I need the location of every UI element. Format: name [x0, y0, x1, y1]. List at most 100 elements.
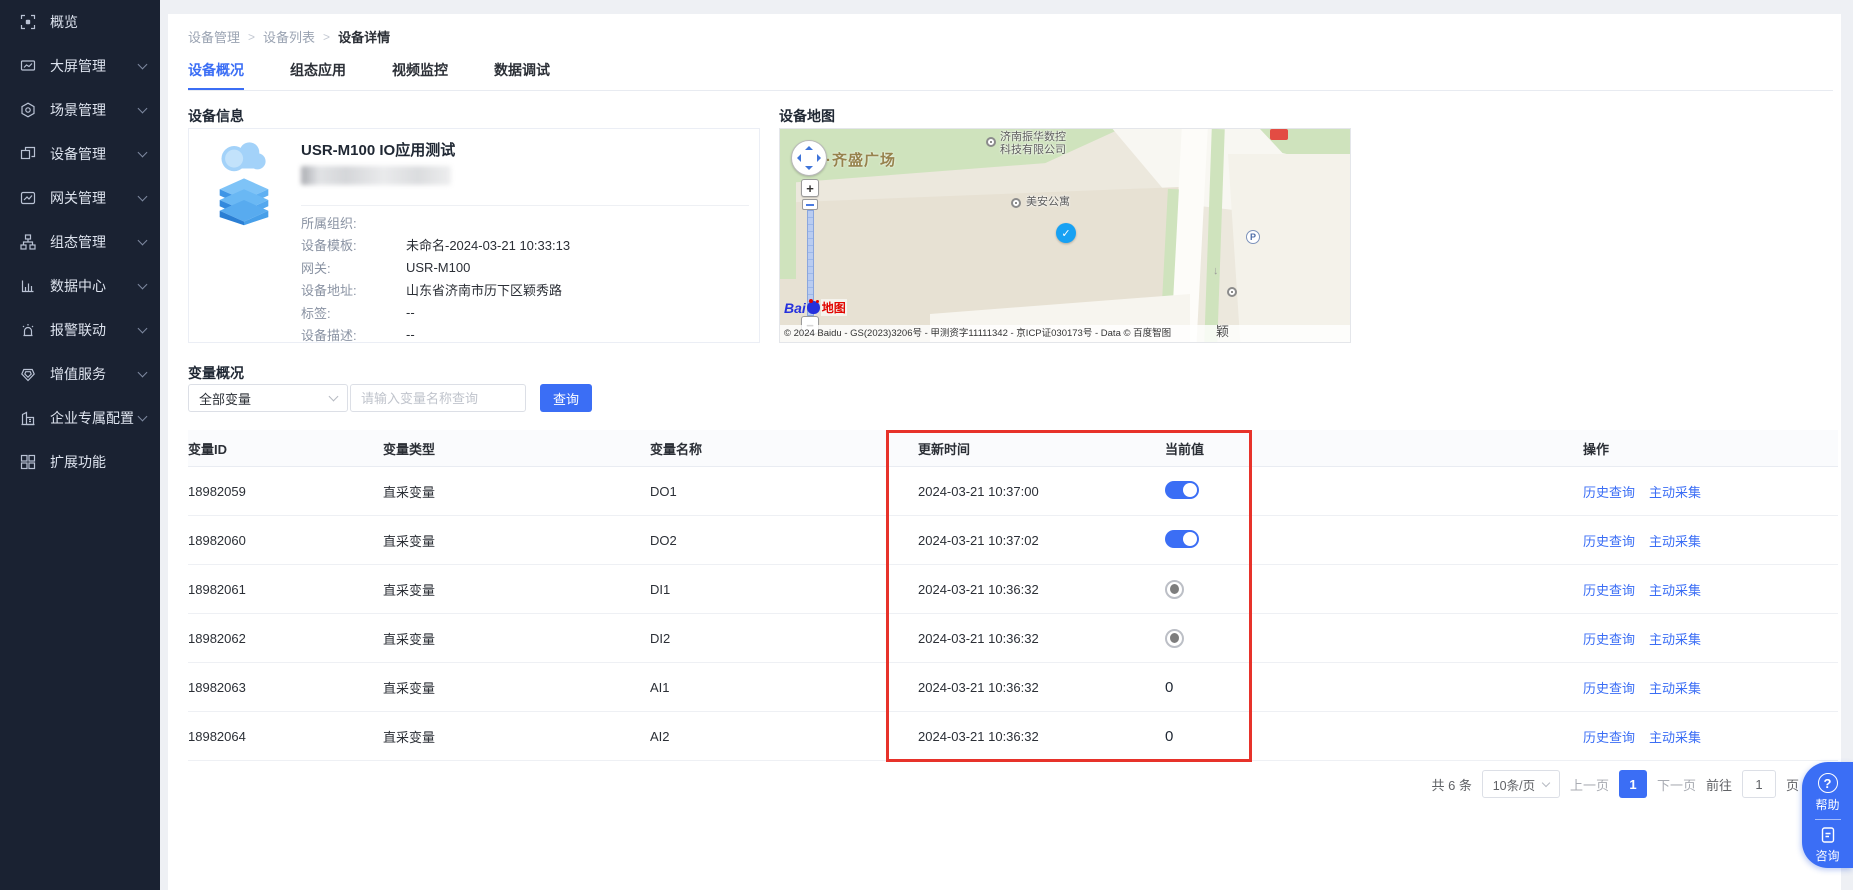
sidebar-item-vas[interactable]: 增值服务	[0, 352, 160, 396]
tab-video-monitor[interactable]: 视频监控	[392, 59, 448, 90]
building-icon	[20, 410, 37, 427]
var-id: 18982061	[188, 582, 383, 597]
var-type: 直采变量	[383, 629, 650, 648]
col-actions: 操作	[1583, 439, 1838, 458]
value-number: 0	[1165, 728, 1173, 745]
road-arrow-icon: ↓	[1213, 265, 1219, 277]
screen-icon	[20, 58, 37, 75]
sidebar-item-label: 增值服务	[50, 364, 106, 384]
field-gateway: 网关:USR-M100	[301, 256, 570, 279]
sidebar-item-alarm[interactable]: 报警联动	[0, 308, 160, 352]
sidebar-item-label: 数据中心	[50, 276, 106, 296]
sidebar: 概览 大屏管理 场景管理 设备管理 网关管理 组态管理	[0, 0, 160, 890]
pagination: 共 6 条 10条/页 上一页 1 下一页 前往 页	[1431, 770, 1799, 798]
map-label-company: 济南振华数控 科技有限公司	[1000, 131, 1066, 157]
var-type: 直采变量	[383, 678, 650, 697]
history-query-link[interactable]: 历史查询	[1583, 482, 1635, 501]
help-icon[interactable]: ?	[1818, 773, 1838, 793]
breadcrumb-device-list[interactable]: 设备列表	[263, 27, 315, 46]
col-var-name: 变量名称	[650, 439, 918, 458]
variable-type-select[interactable]: 全部变量	[188, 384, 348, 412]
help-button[interactable]: 帮助	[1815, 796, 1839, 813]
chevron-down-icon	[138, 60, 148, 70]
tab-config-app[interactable]: 组态应用	[290, 59, 346, 90]
sidebar-item-screen[interactable]: 大屏管理	[0, 44, 160, 88]
device-map[interactable]: 济南振华数控 科技有限公司 庆·齐盛广场 美安公寓 ✓ P ↓ 颖 + − Ba…	[779, 128, 1351, 343]
chevron-down-icon	[138, 412, 148, 422]
main-content: 设备管理 > 设备列表 > 设备详情 设备概况 组态应用 视频监控 数据调试 设…	[168, 14, 1841, 890]
grid-icon	[20, 454, 37, 471]
map-poi-red	[1270, 129, 1288, 140]
history-query-link[interactable]: 历史查询	[1583, 629, 1635, 648]
sidebar-item-overview[interactable]: 概览	[0, 0, 160, 44]
chevron-down-icon	[1542, 778, 1550, 786]
field-tag: 标签:--	[301, 301, 570, 324]
consult-button[interactable]: 咨询	[1815, 847, 1839, 864]
value-number: 0	[1165, 679, 1173, 696]
chevron-down-icon	[138, 280, 148, 290]
floating-help-panel: ? 帮助 咨询	[1802, 762, 1853, 868]
active-collect-link[interactable]: 主动采集	[1649, 678, 1701, 697]
variable-search-input[interactable]	[350, 384, 526, 412]
sidebar-item-label: 设备管理	[50, 144, 106, 164]
sidebar-item-enterprise[interactable]: 企业专属配置	[0, 396, 160, 440]
table-row: 18982061 直采变量 DI1 2024-03-21 10:36:32 历史…	[188, 565, 1838, 614]
prev-page-button[interactable]: 上一页	[1570, 775, 1609, 794]
history-query-link[interactable]: 历史查询	[1583, 678, 1635, 697]
active-collect-link[interactable]: 主动采集	[1649, 727, 1701, 746]
sidebar-item-config[interactable]: 组态管理	[0, 220, 160, 264]
chevron-down-icon	[138, 148, 148, 158]
map-pan-control[interactable]	[791, 140, 827, 176]
var-type: 直采变量	[383, 482, 650, 501]
sidebar-item-label: 概览	[50, 12, 78, 32]
sidebar-item-label: 场景管理	[50, 100, 106, 120]
device-icon	[20, 146, 37, 163]
table-row: 18982064 直采变量 AI2 2024-03-21 10:36:32 0 …	[188, 712, 1838, 761]
page-size-select[interactable]: 10条/页	[1482, 770, 1560, 798]
query-button[interactable]: 查询	[540, 384, 592, 412]
table-row: 18982063 直采变量 AI1 2024-03-21 10:36:32 0 …	[188, 663, 1838, 712]
map-poi-ring	[986, 137, 996, 147]
col-var-id: 变量ID	[188, 439, 383, 458]
sidebar-item-scene[interactable]: 场景管理	[0, 88, 160, 132]
chevron-down-icon	[138, 104, 148, 114]
breadcrumb-device-management[interactable]: 设备管理	[188, 27, 240, 46]
active-collect-link[interactable]: 主动采集	[1649, 629, 1701, 648]
table-row: 18982059 直采变量 DO1 2024-03-21 10:37:00 历史…	[188, 467, 1838, 516]
var-updated: 2024-03-21 10:36:32	[918, 729, 1165, 744]
badge-icon	[20, 366, 37, 383]
device-location-marker[interactable]: ✓	[1056, 223, 1076, 243]
next-page-button[interactable]: 下一页	[1657, 775, 1696, 794]
sidebar-item-extend[interactable]: 扩展功能	[0, 440, 160, 484]
sidebar-item-gateway[interactable]: 网关管理	[0, 176, 160, 220]
sidebar-item-data-center[interactable]: 数据中心	[0, 264, 160, 308]
current-page-button[interactable]: 1	[1619, 770, 1647, 798]
variables-title: 变量概况	[188, 363, 244, 383]
var-updated: 2024-03-21 10:37:00	[918, 484, 1165, 499]
table-row: 18982062 直采变量 DI2 2024-03-21 10:36:32 历史…	[188, 614, 1838, 663]
history-query-link[interactable]: 历史查询	[1583, 580, 1635, 599]
page-jump-input[interactable]	[1742, 770, 1776, 798]
map-poi-ring	[1011, 198, 1021, 208]
active-collect-link[interactable]: 主动采集	[1649, 531, 1701, 550]
tab-data-debug[interactable]: 数据调试	[494, 59, 550, 90]
overview-icon	[20, 14, 37, 31]
history-query-link[interactable]: 历史查询	[1583, 727, 1635, 746]
value-toggle-on[interactable]	[1165, 530, 1199, 548]
active-collect-link[interactable]: 主动采集	[1649, 482, 1701, 501]
value-toggle-on[interactable]	[1165, 481, 1199, 499]
tab-device-overview[interactable]: 设备概况	[188, 59, 244, 90]
scene-icon	[20, 102, 37, 119]
map-zoom-slider-handle[interactable]	[802, 199, 818, 210]
var-name: DO2	[650, 533, 918, 548]
field-address: 设备地址:山东省济南市历下区颖秀路	[301, 279, 570, 302]
var-type: 直采变量	[383, 531, 650, 550]
consult-doc-icon[interactable]	[1819, 826, 1837, 844]
history-query-link[interactable]: 历史查询	[1583, 531, 1635, 550]
sidebar-item-device[interactable]: 设备管理	[0, 132, 160, 176]
sidebar-item-label: 扩展功能	[50, 452, 106, 472]
active-collect-link[interactable]: 主动采集	[1649, 580, 1701, 599]
divider	[301, 205, 749, 206]
device-fields: 所属组织: 设备模板:未命名-2024-03-21 10:33:13 网关:US…	[301, 211, 570, 346]
map-zoom-in-button[interactable]: +	[801, 179, 819, 197]
